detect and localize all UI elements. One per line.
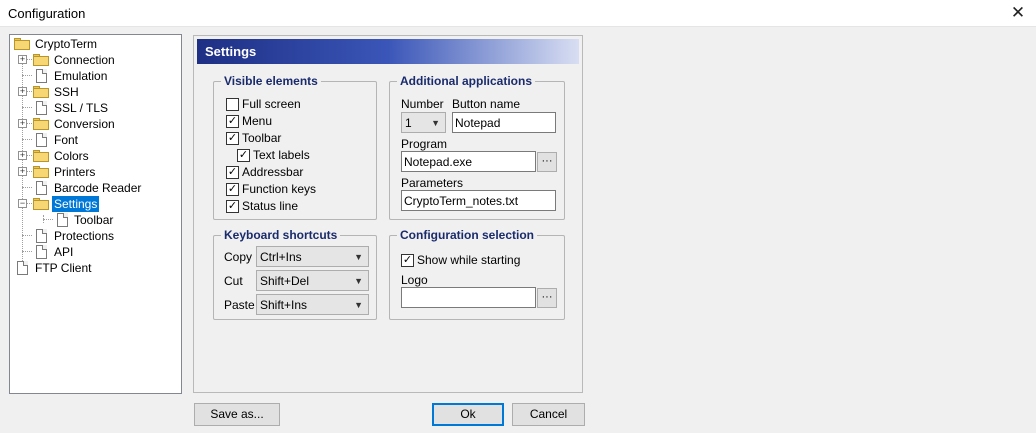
tree-item-font[interactable]: Font [14, 132, 174, 148]
tree-item-ssl-tls[interactable]: SSL / TLS [14, 100, 174, 116]
expand-icon[interactable]: + [18, 55, 27, 64]
parameters-input[interactable]: CryptoTerm_notes.txt [401, 190, 556, 211]
document-icon [36, 69, 47, 83]
folder-icon [33, 166, 49, 178]
tree-item-toolbar[interactable]: Toolbar [14, 212, 174, 228]
collapse-icon[interactable]: − [18, 199, 27, 208]
program-input[interactable]: Notepad.exe [401, 151, 536, 172]
title-bar: Configuration ✕ [0, 0, 1036, 27]
group-title: Configuration selection [397, 228, 538, 242]
expand-icon[interactable]: + [18, 167, 27, 176]
logo-input[interactable] [401, 287, 536, 308]
close-icon[interactable]: ✕ [1006, 2, 1030, 24]
check-icon[interactable]: ✓ [226, 132, 239, 145]
tree-item-api[interactable]: API [14, 244, 174, 260]
save-as-button[interactable]: Save as... [194, 403, 280, 426]
copy-label: Copy [224, 250, 253, 264]
visible-elements-group: Visible elements Full screen ✓ Menu ✓ To… [213, 74, 377, 220]
additional-applications-group: Additional applications Number Button na… [389, 74, 565, 220]
tree-item-barcode-reader[interactable]: Barcode Reader [14, 180, 174, 196]
number-label: Number [401, 97, 444, 111]
check-icon[interactable]: ✓ [226, 115, 239, 128]
chevron-down-icon: ▼ [354, 300, 363, 310]
tree-item-connection[interactable]: + Connection [14, 52, 174, 68]
keyboard-shortcuts-group: Keyboard shortcuts Copy Ctrl+Ins ▼ Cut S… [213, 228, 377, 320]
cut-shortcut-select[interactable]: Shift+Del ▼ [256, 270, 369, 291]
expand-icon[interactable]: + [18, 87, 27, 96]
panel-banner: Settings [197, 39, 579, 64]
document-icon [36, 101, 47, 115]
expand-icon[interactable]: + [18, 119, 27, 128]
tree-item-emulation[interactable]: Emulation [14, 68, 174, 84]
folder-icon [33, 150, 49, 162]
expand-icon[interactable]: + [18, 151, 27, 160]
config-tree[interactable]: CryptoTerm + Connection Emulation + SSH … [9, 34, 182, 394]
tree-item-protections[interactable]: Protections [14, 228, 174, 244]
chevron-down-icon: ▼ [354, 252, 363, 262]
number-select[interactable]: 1 ▼ [401, 112, 446, 133]
cut-label: Cut [224, 274, 243, 288]
program-browse-button[interactable]: ··· [537, 152, 557, 172]
check-icon[interactable]: ✓ [226, 200, 239, 213]
group-title: Keyboard shortcuts [221, 228, 341, 242]
copy-shortcut-select[interactable]: Ctrl+Ins ▼ [256, 246, 369, 267]
ok-button[interactable]: Ok [432, 403, 504, 426]
paste-shortcut-select[interactable]: Shift+Ins ▼ [256, 294, 369, 315]
check-icon[interactable]: ✓ [226, 166, 239, 179]
tree-item-colors[interactable]: + Colors [14, 148, 174, 164]
cancel-button[interactable]: Cancel [512, 403, 585, 426]
tree-item-settings[interactable]: − Settings [14, 196, 174, 212]
checkbox-box[interactable] [226, 98, 239, 111]
folder-open-icon [14, 38, 30, 50]
chevron-down-icon: ▼ [354, 276, 363, 286]
logo-browse-button[interactable]: ··· [537, 288, 557, 308]
parameters-label: Parameters [401, 176, 464, 190]
folder-icon [33, 86, 49, 98]
folder-icon [33, 54, 49, 66]
program-label: Program [401, 137, 448, 151]
check-icon[interactable]: ✓ [237, 149, 250, 162]
check-icon[interactable]: ✓ [401, 254, 414, 267]
document-icon [57, 213, 68, 227]
document-icon [36, 133, 47, 147]
button-name-input[interactable]: Notepad [452, 112, 556, 133]
button-name-label: Button name [452, 97, 521, 111]
tree-item-printers[interactable]: + Printers [14, 164, 174, 180]
document-icon [36, 229, 47, 243]
document-icon [36, 245, 47, 259]
tree-item-ssh[interactable]: + SSH [14, 84, 174, 100]
window-title: Configuration [8, 6, 86, 21]
document-icon [17, 261, 28, 275]
logo-label: Logo [401, 273, 428, 287]
chevron-down-icon: ▼ [431, 118, 440, 128]
check-icon[interactable]: ✓ [226, 183, 239, 196]
tree-item-cryptoterm[interactable]: CryptoTerm [14, 36, 174, 52]
group-title: Additional applications [397, 74, 536, 88]
group-title: Visible elements [221, 74, 321, 88]
folder-open-icon [33, 198, 49, 210]
tree-item-conversion[interactable]: + Conversion [14, 116, 174, 132]
document-icon [36, 181, 47, 195]
folder-icon [33, 118, 49, 130]
paste-label: Paste [224, 298, 255, 312]
settings-panel: Settings Visible elements Full screen ✓ … [193, 35, 583, 393]
configuration-selection-group: Configuration selection ✓ Show while sta… [389, 228, 565, 320]
tree-item-ftp-client[interactable]: FTP Client [14, 260, 174, 276]
